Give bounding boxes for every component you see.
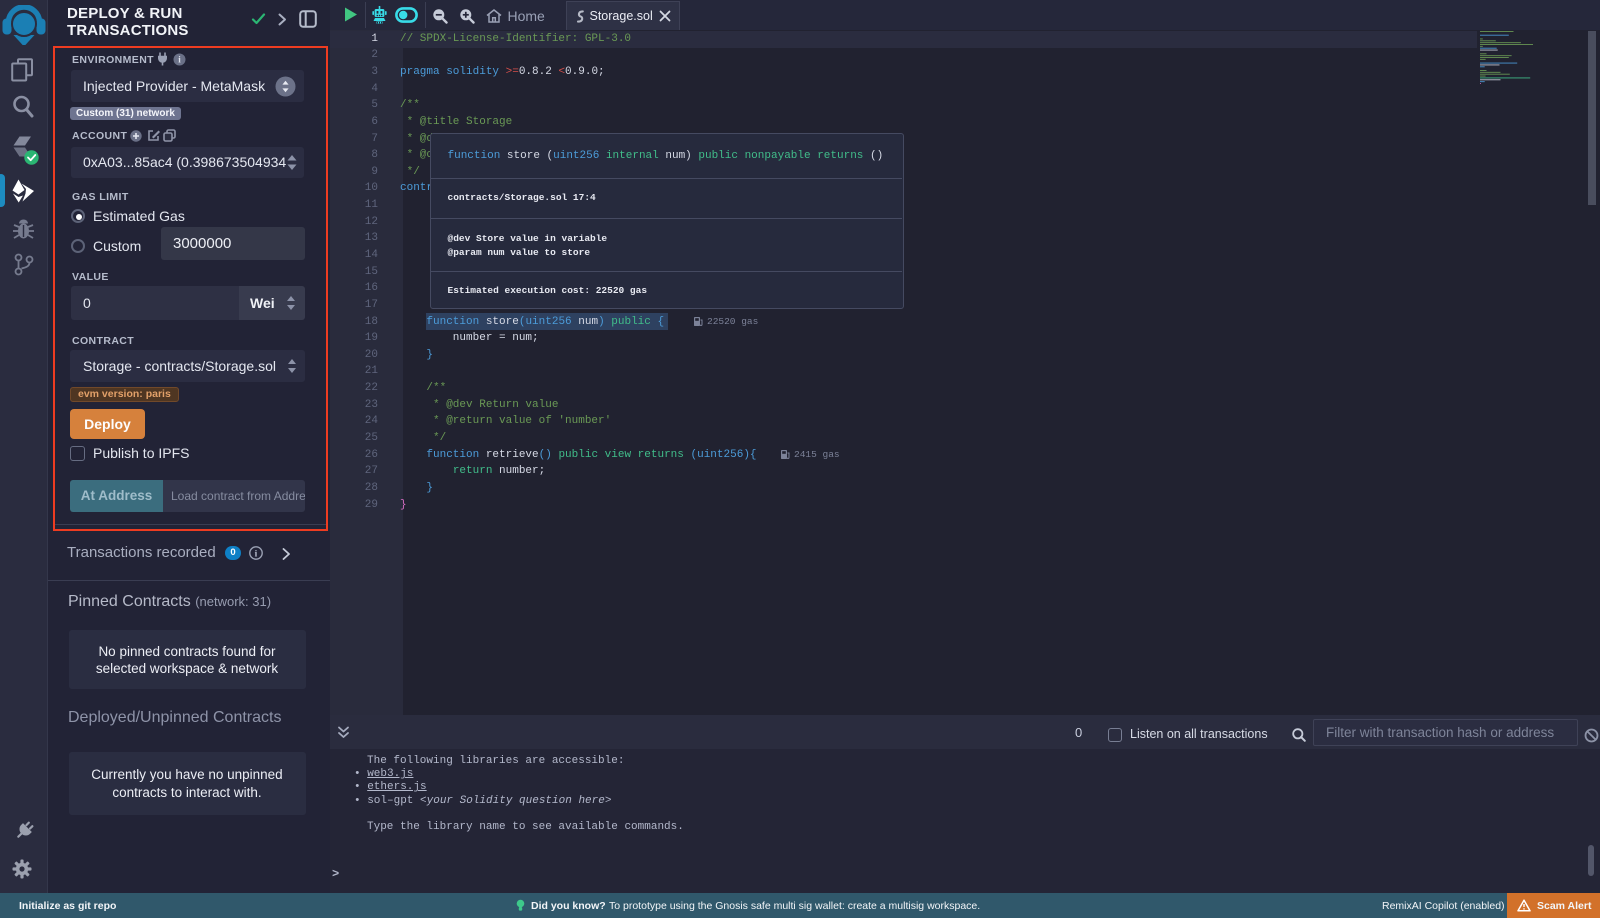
svg-text:i: i <box>255 549 258 559</box>
